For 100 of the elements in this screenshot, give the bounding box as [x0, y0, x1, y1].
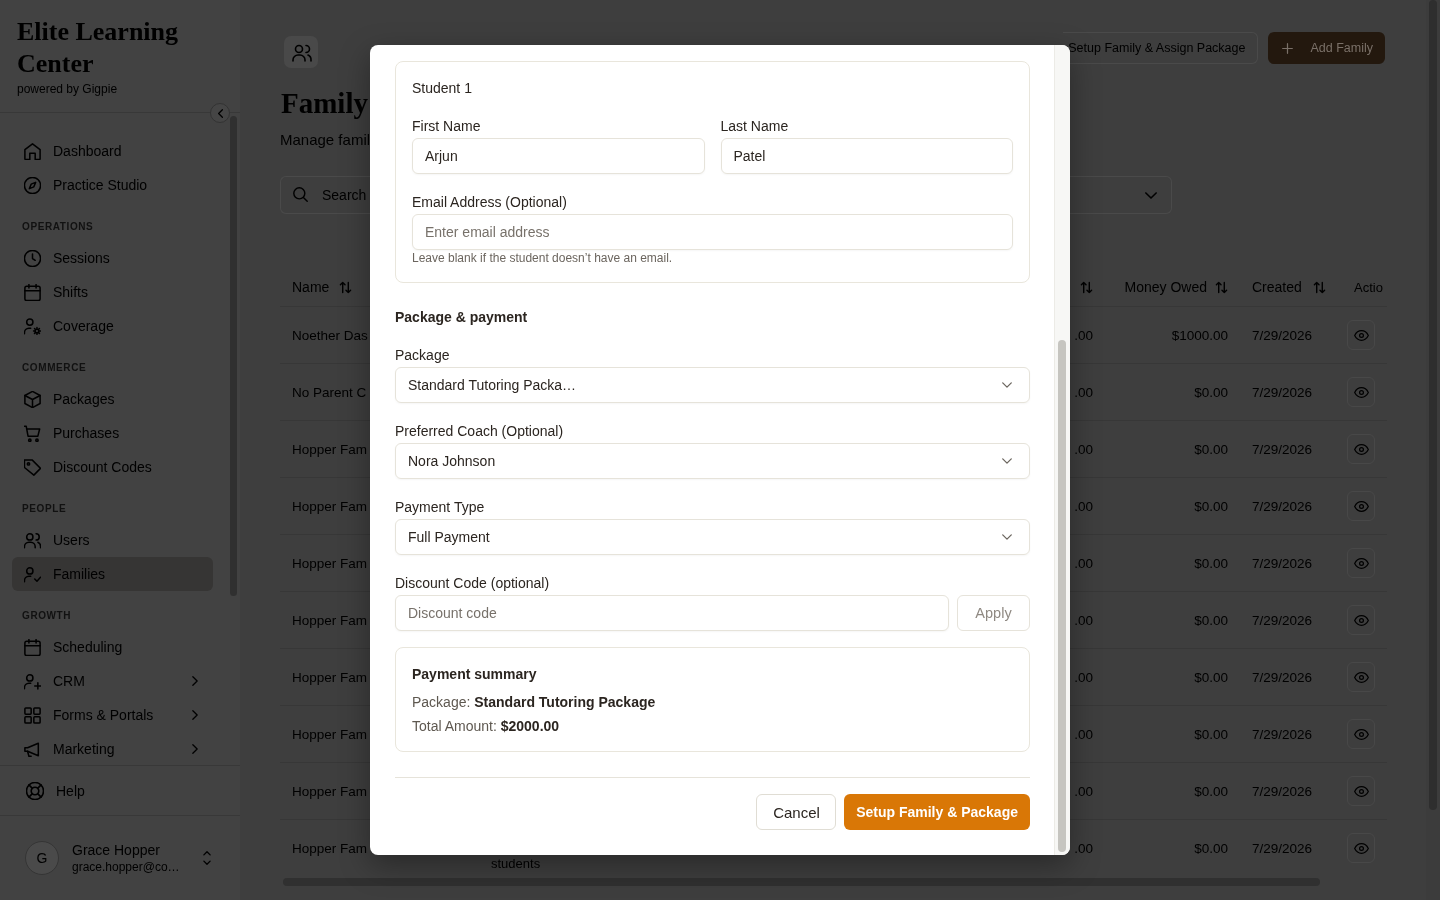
table-cell: .00 [1074, 384, 1093, 400]
brand-title: Elite Learning Center [17, 16, 180, 80]
help-link[interactable]: Help [26, 781, 85, 800]
nav-item[interactable]: Users [12, 523, 213, 557]
nav-item[interactable]: Practice Studio [12, 168, 213, 202]
sort-icon[interactable] [1080, 280, 1093, 294]
box-icon [24, 390, 41, 408]
megaphone-icon [24, 740, 41, 758]
plus-icon [1282, 42, 1294, 54]
eye-icon [1353, 329, 1369, 341]
column-header[interactable]: Name [280, 268, 491, 306]
table-cell: Hopper Fam [292, 669, 368, 685]
card-heading: Student 1 [412, 79, 472, 98]
view-button[interactable] [1347, 833, 1375, 863]
sort-icon [1312, 280, 1326, 294]
view-button[interactable] [1347, 662, 1375, 692]
nav-item[interactable]: Purchases [12, 416, 213, 450]
eye-icon [1353, 443, 1369, 455]
dialog-scrollbar[interactable] [1054, 45, 1070, 855]
nav-item[interactable]: Forms & Portals [12, 698, 213, 732]
add-family-button[interactable]: Add Family [1268, 32, 1385, 64]
field-label: Preferred Coach (Optional) [395, 422, 564, 440]
view-button[interactable] [1347, 434, 1375, 464]
nav-item[interactable]: Marketing [12, 732, 213, 766]
eye-icon [1353, 614, 1369, 626]
chevron-down-icon [1002, 458, 1012, 464]
column-header[interactable]: Money Owed [1100, 268, 1240, 306]
table-cell: $0.00 [1194, 384, 1228, 400]
nav-item[interactable]: Sessions [12, 241, 213, 275]
table-cell: $0.00 [1194, 726, 1228, 742]
select-field[interactable]: Full Payment [395, 519, 1030, 555]
input-field[interactable]: Patel [720, 138, 1013, 174]
nav-item[interactable]: Dashboard [12, 134, 213, 168]
nav-item[interactable]: CRM [12, 664, 213, 698]
table-cell: .00 [1074, 441, 1093, 457]
table-cell: .00 [1074, 498, 1093, 514]
user-name: Grace Hopper [72, 841, 161, 859]
view-button[interactable] [1347, 776, 1375, 806]
table-cell: $0.00 [1194, 612, 1228, 628]
chevron-down-icon [1002, 382, 1012, 388]
lifebuoy-icon [26, 781, 44, 800]
table-cell: 7/29/2026 [1252, 669, 1313, 685]
user-avatar: G [25, 841, 59, 875]
field-label: First Name [412, 117, 481, 135]
field-label: Last Name [720, 117, 789, 135]
collapse-button[interactable] [210, 103, 230, 123]
input-field[interactable]: Arjun [412, 138, 705, 174]
view-button[interactable] [1347, 377, 1375, 407]
table-cell: Hopper Fam [292, 555, 368, 571]
view-button[interactable] [1347, 605, 1375, 635]
sort-icon [1215, 280, 1228, 294]
table-cell: Noether Das [292, 327, 368, 343]
field-label: Package [395, 346, 450, 364]
table-cell: .00 [1074, 840, 1093, 856]
table-cell: .00 [1074, 612, 1093, 628]
view-button[interactable] [1347, 491, 1375, 521]
chevron-up-down-icon[interactable] [203, 851, 211, 865]
nav-item[interactable]: Shifts [12, 275, 213, 309]
column-heading: Actio [1353, 278, 1384, 297]
table-cell: 7/29/2026 [1252, 498, 1313, 514]
summary-title: Payment summary [412, 665, 537, 684]
grid-icon [24, 706, 41, 724]
field-label: Email Address (Optional) [412, 193, 567, 211]
email-field[interactable]: Enter email address [412, 214, 1013, 250]
view-button[interactable] [1347, 548, 1375, 578]
select-field[interactable]: Standard Tutoring Packa… [395, 367, 1030, 403]
user-check-icon [24, 565, 41, 583]
table-cell: 7/29/2026 [1252, 612, 1313, 628]
eye-icon [1353, 386, 1369, 398]
users-icon [24, 531, 41, 549]
table-cell: 7/29/2026 [1252, 384, 1313, 400]
nav-item[interactable]: Packages [12, 382, 213, 416]
table-cell: $0.00 [1194, 783, 1228, 799]
column-header[interactable]: Created [1240, 268, 1342, 306]
table-cell: .00 [1074, 669, 1093, 685]
table-cell: Hopper Fam [292, 441, 368, 457]
view-button[interactable] [1347, 719, 1375, 749]
nav-item[interactable]: Scheduling [12, 630, 213, 664]
user-email: grace.hopper@co… [72, 859, 180, 875]
table-cell: 7/29/2026 [1252, 783, 1313, 799]
table-cell: .00 [1074, 555, 1093, 571]
cancel-button[interactable]: Cancel [756, 794, 837, 830]
select-field[interactable]: Nora Johnson [395, 443, 1030, 479]
cart-icon [24, 424, 41, 442]
view-button[interactable] [1347, 320, 1375, 350]
search-field[interactable]: Search [280, 176, 370, 214]
page-subtitle: Manage famil [280, 130, 371, 150]
eye-icon [1353, 557, 1369, 569]
table-cell: 7/29/2026 [1252, 327, 1313, 343]
nav-item[interactable]: Coverage [12, 309, 213, 343]
table-cell: .00 [1074, 783, 1093, 799]
table-cell: Hopper Fam [292, 612, 368, 628]
table-cell: Hopper Fam [292, 726, 368, 742]
chevron-down-icon [1002, 534, 1012, 540]
submit-button[interactable]: Setup Family & Package [844, 794, 1030, 830]
discount-code-field[interactable]: Discount code [395, 595, 949, 631]
nav-item[interactable]: Discount Codes [12, 450, 213, 484]
users-icon [284, 36, 318, 68]
tag-icon [24, 458, 41, 476]
user-plus-icon [24, 672, 41, 690]
